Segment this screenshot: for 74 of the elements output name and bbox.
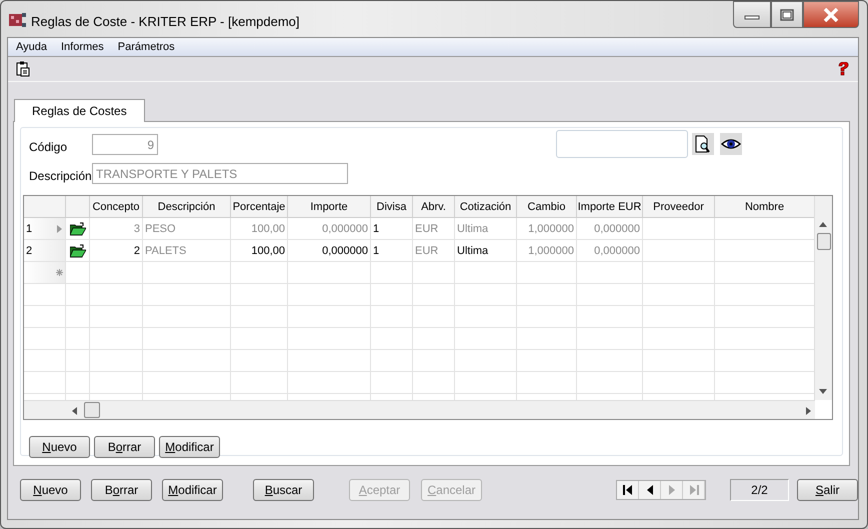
exit-button[interactable]: Salir <box>797 479 858 501</box>
scrollbar-thumb[interactable] <box>817 233 831 250</box>
horizontal-scrollbar[interactable] <box>24 400 815 419</box>
action-button[interactable]: Borrar <box>91 479 152 501</box>
field-label: Código <box>29 140 68 154</box>
code-field[interactable]: 9 <box>92 134 158 155</box>
table-cell: 1,000000 <box>528 244 574 256</box>
table-cell: Ultima <box>457 244 488 256</box>
grid-button[interactable]: Modificar <box>159 436 220 458</box>
table-cell: 3 <box>134 222 140 234</box>
table-cell: 1 <box>373 244 380 256</box>
search-field[interactable] <box>556 130 688 158</box>
column-header[interactable]: Concepto <box>90 196 143 217</box>
maximize-icon <box>780 8 794 20</box>
search-icon[interactable] <box>692 133 714 155</box>
menu-item[interactable]: Informes <box>61 41 104 53</box>
help-icon[interactable] <box>837 62 850 76</box>
first-icon <box>620 484 634 496</box>
column-header[interactable]: Abrv. <box>413 196 455 217</box>
column-header[interactable]: Importe <box>288 196 371 217</box>
table-row[interactable]: 2 2 PALETS 100,00 0,000000 1 EUR Ultima 1,000000 0,000000 <box>24 240 815 262</box>
previous-record-button[interactable] <box>639 481 661 499</box>
column-header[interactable]: Descripción <box>143 196 231 217</box>
grid-button[interactable]: Nuevo <box>29 436 90 458</box>
record-counter: 2/2 <box>730 479 789 501</box>
close-button[interactable] <box>803 1 859 28</box>
scroll-right-icon[interactable] <box>806 407 811 415</box>
row-number: 1 <box>26 222 32 234</box>
column-header[interactable]: Proveedor <box>643 196 715 217</box>
table-cell: EUR <box>415 244 438 256</box>
eye-icon[interactable] <box>720 133 742 155</box>
scroll-up-icon[interactable] <box>819 222 827 227</box>
vertical-scrollbar[interactable] <box>814 196 832 400</box>
column-header[interactable]: Cotización <box>455 196 517 217</box>
table-cell: 0,000000 <box>594 244 640 256</box>
clipboard-icon[interactable] <box>16 61 30 77</box>
action-button[interactable]: Modificar <box>162 479 223 501</box>
table-cell: 1 <box>373 222 380 234</box>
folder-icon[interactable] <box>70 244 86 258</box>
description-field[interactable]: TRANSPORTE Y PALETS <box>92 163 348 184</box>
table-cell: PESO <box>145 222 176 234</box>
field-label: Descripción <box>29 168 92 182</box>
new-row-icon <box>56 269 63 276</box>
column-header[interactable]: Porcentaje <box>231 196 288 217</box>
column-header[interactable]: Importe EUR <box>577 196 643 217</box>
menu-item[interactable]: Parámetros <box>118 41 175 53</box>
table-cell: 0,000000 <box>594 222 640 234</box>
column-header[interactable]: Cambio <box>517 196 577 217</box>
close-icon <box>823 8 839 22</box>
maximize-button[interactable] <box>771 1 803 28</box>
window-title: Reglas de Coste - KRITER ERP - [kempdemo] <box>31 14 300 28</box>
table-cell: 100,00 <box>251 222 285 234</box>
table-cell: 0,000000 <box>322 244 368 256</box>
table-cell: 1,000000 <box>528 222 574 234</box>
grid-button[interactable]: Borrar <box>94 436 155 458</box>
table-cell: 0,000000 <box>322 222 368 234</box>
tab[interactable]: Reglas de Costes <box>14 99 145 122</box>
table-cell: 100,00 <box>251 244 285 256</box>
table-cell: 2 <box>134 244 140 256</box>
scroll-down-icon[interactable] <box>819 389 827 394</box>
table-cell: EUR <box>415 222 438 234</box>
column-header[interactable]: Divisa <box>371 196 413 217</box>
first-record-button[interactable] <box>617 481 639 499</box>
table-cell: Ultima <box>457 222 488 234</box>
scrollbar-thumb[interactable] <box>84 402 100 418</box>
action-button[interactable]: Buscar <box>253 479 314 501</box>
action-button[interactable]: Nuevo <box>20 479 81 501</box>
minimize-button[interactable] <box>733 1 771 28</box>
scroll-left-icon[interactable] <box>72 407 77 415</box>
folder-icon[interactable] <box>70 222 86 236</box>
row-number: 2 <box>26 244 32 256</box>
app-logo-icon <box>9 12 27 28</box>
menu-item[interactable]: Ayuda <box>16 41 47 53</box>
table-cell: PALETS <box>145 244 186 256</box>
